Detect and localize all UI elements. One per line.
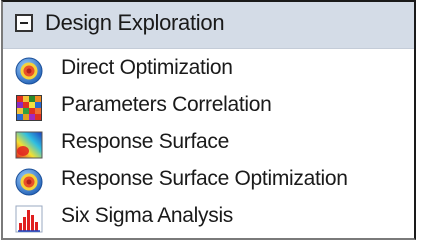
- toolbox-item-response-surface[interactable]: Response Surface: [3, 126, 414, 162]
- target-icon: [15, 57, 43, 85]
- toolbox-item-response-surface-optimization[interactable]: Response Surface Optimization: [3, 163, 414, 199]
- item-label: Direct Optimization: [61, 56, 233, 79]
- group-header-design-exploration[interactable]: Design Exploration: [3, 2, 414, 49]
- item-label: Parameters Correlation: [61, 93, 272, 116]
- toolbox-item-direct-optimization[interactable]: Direct Optimization: [3, 52, 414, 88]
- collapse-icon[interactable]: [15, 14, 33, 32]
- correlation-matrix-icon: [16, 95, 42, 121]
- response-surface-icon: [15, 131, 43, 159]
- item-label: Response Surface Optimization: [61, 167, 348, 190]
- item-label: Response Surface: [61, 130, 229, 153]
- histogram-icon: [15, 205, 43, 233]
- group-title: Design Exploration: [45, 10, 225, 35]
- item-label: Six Sigma Analysis: [61, 204, 234, 227]
- toolbox-item-parameters-correlation[interactable]: Parameters Correlation: [3, 89, 414, 125]
- target-icon: [15, 168, 43, 196]
- toolbox-item-six-sigma-analysis[interactable]: Six Sigma Analysis: [3, 200, 414, 236]
- toolbox-panel: Design Exploration Direct Optimization P…: [1, 0, 416, 240]
